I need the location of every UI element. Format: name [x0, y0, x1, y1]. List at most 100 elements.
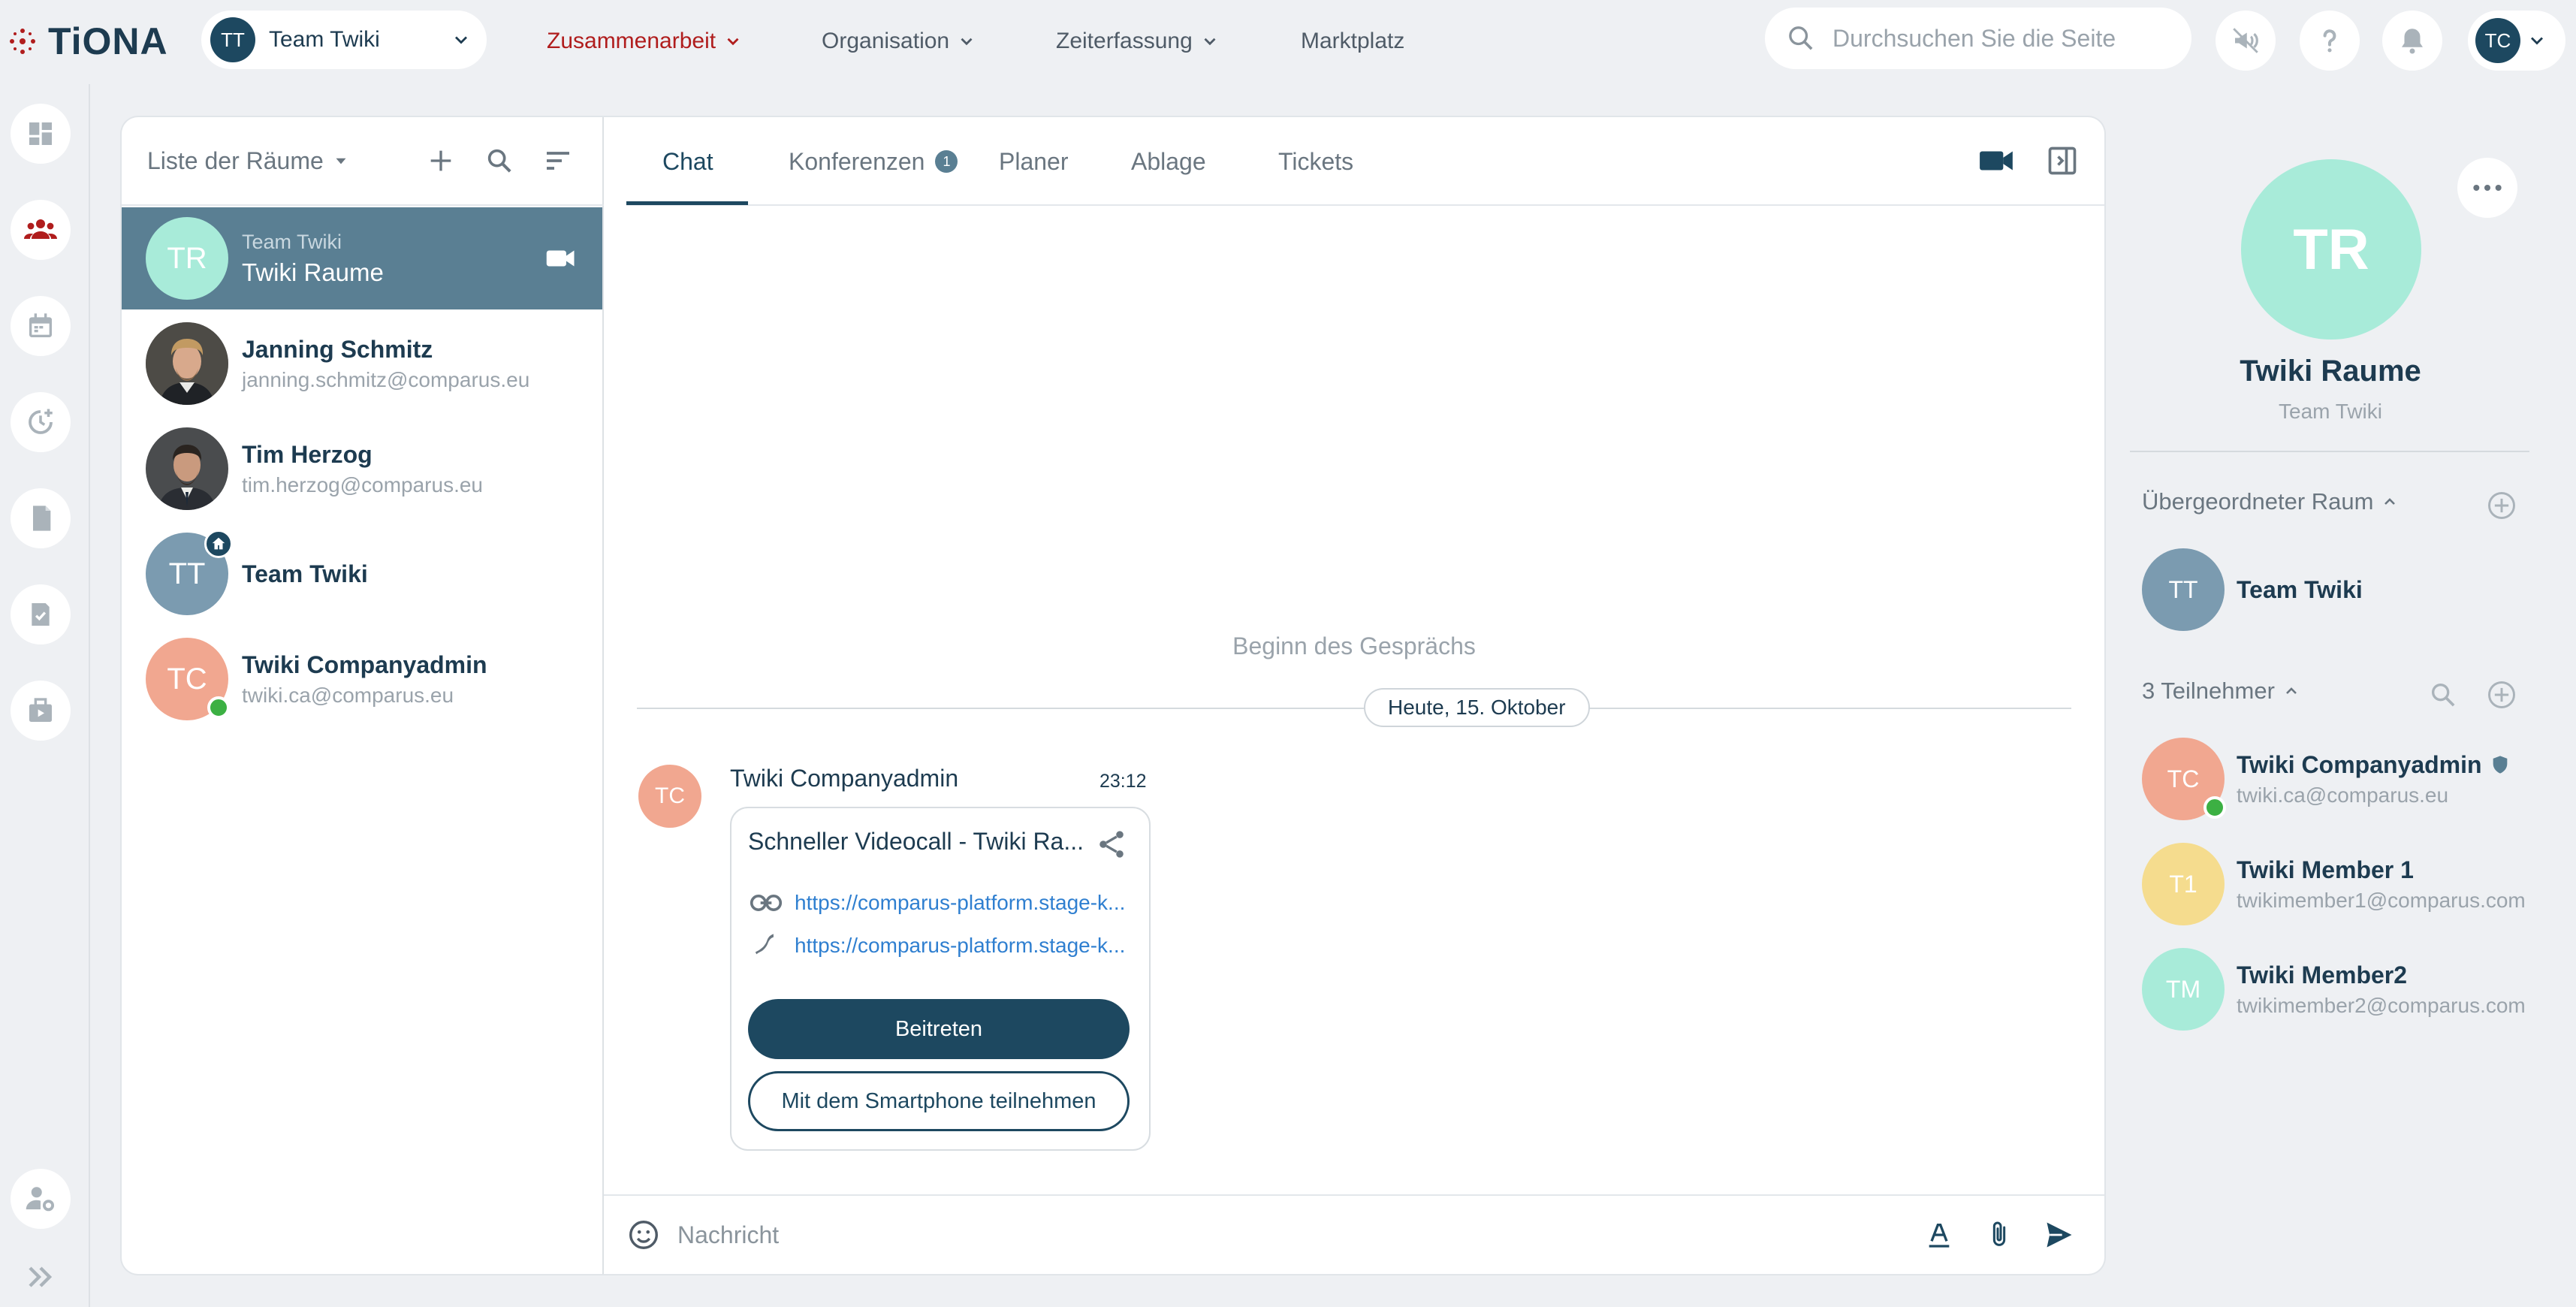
member-email: twikimember2@comparus.com — [2237, 993, 2526, 1017]
nav-zusammenarbeit[interactable]: Zusammenarbeit — [547, 26, 743, 57]
tab-chat[interactable]: Chat — [662, 117, 713, 206]
search-members-button[interactable] — [2423, 675, 2463, 715]
chevron-down-icon — [2531, 37, 2543, 45]
person-photo-icon — [146, 427, 228, 510]
room-item-team-twiki[interactable]: TT Team Twiki — [122, 523, 602, 625]
member-name-text: Twiki Companyadmin — [2237, 750, 2482, 778]
details-divider — [2130, 451, 2529, 452]
members-section-toggle[interactable]: 3 Teilnehmer — [2142, 678, 2300, 705]
help-button[interactable] — [2300, 11, 2360, 71]
search-rooms-button[interactable] — [479, 140, 520, 181]
rail-marketplace[interactable] — [11, 681, 71, 741]
count-badge: 1 — [935, 150, 958, 173]
app-logo[interactable]: TiONA — [8, 20, 168, 62]
text-format-icon — [1929, 1224, 1950, 1248]
team-avatar: TT — [210, 17, 255, 62]
rail-collaboration[interactable] — [11, 200, 71, 260]
rail-user-settings[interactable] — [11, 1169, 71, 1229]
member-item[interactable]: TM Twiki Member2 twikimember2@comparus.c… — [2142, 948, 2532, 1031]
nav-zeiterfassung[interactable]: Zeiterfassung — [1056, 26, 1220, 57]
share-button[interactable] — [1095, 828, 1128, 861]
room-list-title-dropdown[interactable]: Liste der Räume — [147, 147, 403, 175]
emoji-icon — [629, 1221, 658, 1249]
add-room-button[interactable] — [421, 140, 461, 181]
member-email: twikimember1@comparus.com — [2237, 888, 2526, 912]
text-format-button[interactable] — [1917, 1212, 1962, 1257]
nav-marktplatz[interactable]: Marktplatz — [1301, 26, 1404, 57]
nav-organisation[interactable]: Organisation — [822, 26, 976, 57]
team-selector[interactable]: TT Team Twiki — [201, 11, 487, 69]
add-parent-room-button[interactable] — [2481, 485, 2522, 526]
tab-tickets[interactable]: Tickets — [1278, 117, 1353, 206]
help-icon — [2323, 29, 2336, 53]
search-input[interactable] — [1832, 24, 2163, 53]
avatar: TT — [2142, 548, 2225, 631]
sort-rooms-button[interactable] — [538, 140, 578, 181]
room-more-options-button[interactable] — [2457, 158, 2517, 218]
member-item[interactable]: T1 Twiki Member 1 twikimember1@comparus.… — [2142, 843, 2532, 925]
time-add-icon — [29, 409, 53, 434]
tab-konferenzen[interactable]: Konferenzen 1 — [789, 117, 958, 206]
plus-icon — [430, 150, 451, 171]
user-menu[interactable]: TC — [2468, 11, 2565, 71]
emoji-button[interactable] — [626, 1218, 661, 1252]
sort-icon — [547, 152, 569, 170]
video-call-card: Schneller Videocall - Twiki Ra... https:… — [730, 807, 1151, 1151]
add-member-button[interactable] — [2481, 675, 2522, 715]
room-item-email: janning.schmitz@comparus.eu — [242, 367, 530, 391]
parent-room-section-title: Übergeordneter Raum — [2142, 488, 2374, 515]
start-video-call-button[interactable] — [1978, 144, 2016, 177]
notifications-button[interactable] — [2382, 11, 2442, 71]
message-input[interactable] — [677, 1221, 1902, 1249]
parent-room-section-toggle[interactable]: Übergeordneter Raum — [2142, 488, 2399, 515]
nav-label: Organisation — [822, 29, 950, 53]
page-search[interactable] — [1765, 8, 2191, 69]
chat-tabs: Chat Konferenzen 1 Planer Ablage Tickets — [626, 117, 2104, 206]
room-item-tim-herzog[interactable]: Tim Herzog tim.herzog@comparus.eu — [122, 418, 602, 520]
search-icon — [1789, 26, 1813, 50]
phone-dial-link[interactable]: https://comparus-platform.stage-k... — [750, 933, 1133, 958]
tab-label: Chat — [662, 147, 713, 175]
room-item-twiki-companyadmin[interactable]: TC Twiki Companyadmin twiki.ca@comparus.… — [122, 628, 602, 730]
video-call-url: https://comparus-platform.stage-k... — [795, 891, 1126, 914]
member-item[interactable]: TC Twiki Companyadmin twiki.ca@comparus.… — [2142, 738, 2532, 820]
tab-ablage[interactable]: Ablage — [1131, 117, 1206, 206]
online-status-dot — [207, 696, 230, 719]
parent-room-item[interactable]: TT Team Twiki — [2142, 548, 2532, 631]
toggle-side-panel-button[interactable] — [2046, 144, 2079, 177]
chevron-down-icon — [1204, 38, 1216, 46]
room-item-twiki-raume[interactable]: TR Team Twiki Twiki Raume — [122, 207, 602, 309]
team-icon — [24, 219, 57, 239]
chevron-down-icon — [961, 38, 973, 46]
megaphone-icon — [2233, 28, 2258, 53]
tab-planer[interactable]: Planer — [999, 117, 1069, 206]
user-avatar: TC — [2475, 18, 2520, 63]
rail-notes[interactable] — [11, 488, 71, 548]
room-parent-label: Team Twiki — [2279, 400, 2382, 423]
rail-dashboard[interactable] — [11, 104, 71, 164]
expand-sidebar-button[interactable] — [23, 1259, 59, 1295]
avatar-initials: TC — [2167, 765, 2200, 792]
announcements-button[interactable] — [2216, 11, 2276, 71]
task-check-icon — [32, 603, 50, 626]
team-selector-label: Team Twiki — [269, 27, 380, 52]
join-by-phone-button[interactable]: Mit dem Smartphone teilnehmen — [748, 1071, 1130, 1131]
member-name: Twiki Member 1 — [2237, 856, 2414, 883]
add-circle-icon — [2488, 681, 2515, 708]
rail-calendar[interactable] — [11, 296, 71, 356]
join-call-button[interactable]: Beitreten — [748, 999, 1130, 1059]
attach-file-button[interactable] — [1977, 1212, 2022, 1257]
room-list-title: Liste der Räume — [147, 146, 324, 174]
rail-tasks[interactable] — [11, 584, 71, 644]
room-item-janning-schmitz[interactable]: Janning Schmitz janning.schmitz@comparus… — [122, 312, 602, 415]
rail-time-tracking[interactable] — [11, 392, 71, 452]
video-call-link[interactable]: https://comparus-platform.stage-k... — [750, 891, 1133, 915]
send-message-button[interactable] — [2037, 1212, 2082, 1257]
parent-room-name: Team Twiki — [2237, 575, 2363, 603]
video-camera-icon[interactable] — [545, 246, 577, 270]
send-icon — [2047, 1222, 2072, 1248]
tab-label: Planer — [999, 147, 1069, 175]
member-name: Twiki Member2 — [2237, 961, 2408, 989]
logo-icon — [10, 29, 35, 54]
chat-panel: Chat Konferenzen 1 Planer Ablage Tickets — [604, 117, 2104, 1274]
